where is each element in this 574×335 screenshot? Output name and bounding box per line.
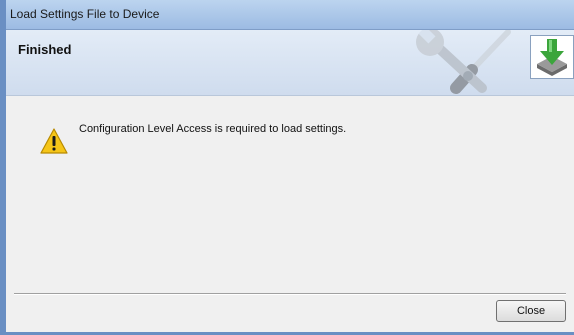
title-bar[interactable]: Load Settings File to Device [6, 0, 574, 30]
wizard-header: Finished [6, 30, 574, 96]
dialog-window: Load Settings File to Device Finished Co… [0, 0, 574, 335]
page-title: Finished [18, 42, 72, 57]
wrench-screwdriver-icon [416, 30, 511, 94]
warning-icon [40, 128, 68, 154]
status-message: Configuration Level Access is required t… [79, 123, 347, 135]
content-area: Configuration Level Access is required t… [6, 96, 574, 293]
download-to-device-icon [530, 35, 574, 79]
footer-divider [14, 293, 566, 295]
window-title: Load Settings File to Device [10, 7, 160, 21]
close-button[interactable]: Close [496, 300, 566, 322]
